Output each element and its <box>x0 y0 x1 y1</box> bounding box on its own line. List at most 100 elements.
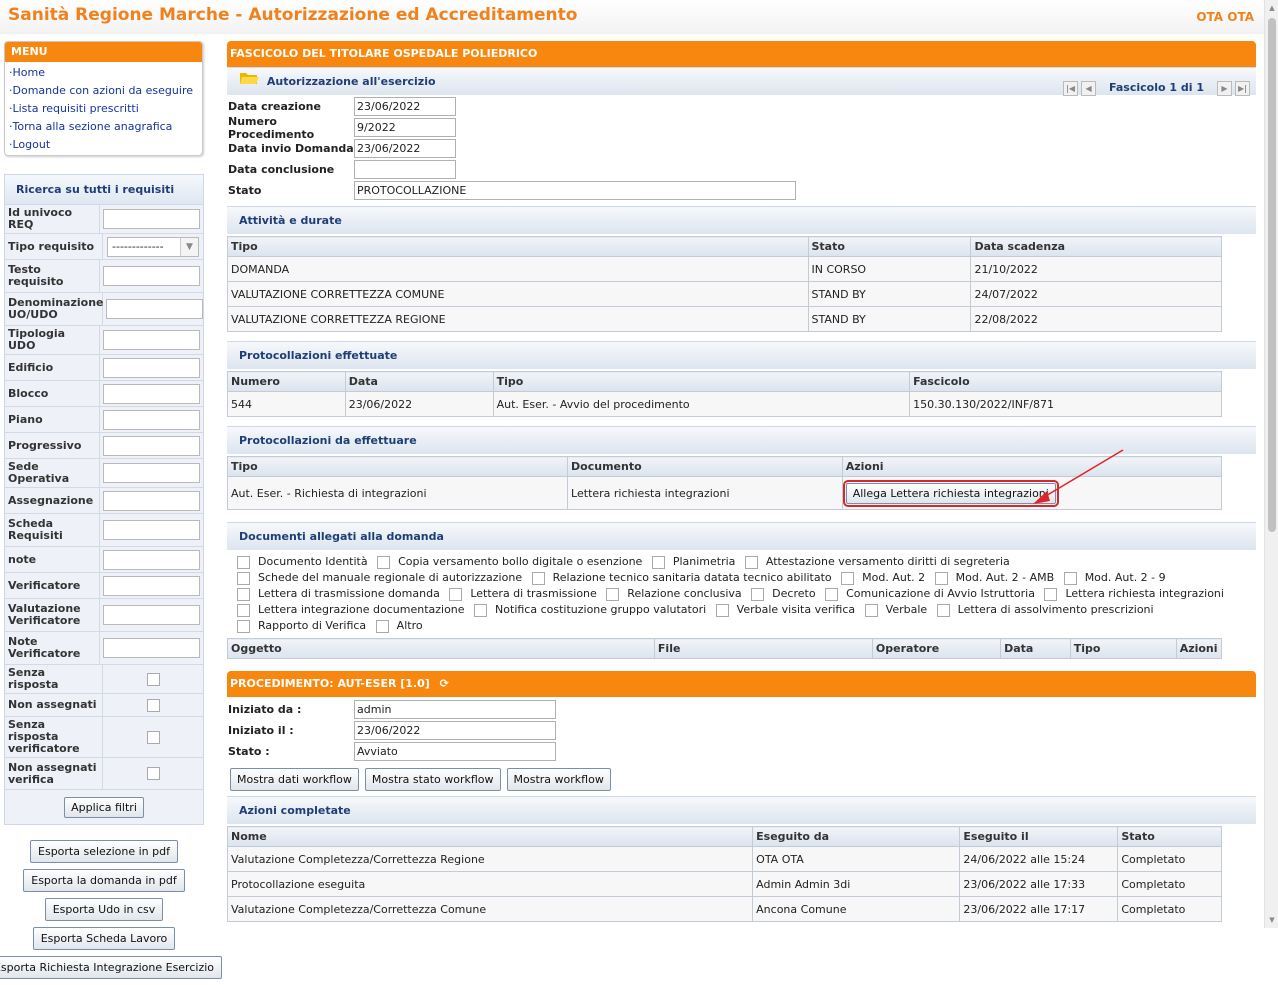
menu-item[interactable]: Home <box>9 64 198 82</box>
column-header[interactable]: Documento <box>567 456 843 477</box>
field-value[interactable]: Avviato <box>354 742 556 761</box>
scroll-up-icon[interactable]: ▲ <box>1268 4 1276 12</box>
filter-checkbox[interactable] <box>146 672 160 686</box>
filter-input[interactable] <box>103 490 200 511</box>
field-value[interactable]: 23/06/2022 <box>354 139 456 158</box>
column-header[interactable]: Fascicolo <box>909 371 1222 392</box>
column-header[interactable]: Tipo <box>1069 638 1177 659</box>
filter-input[interactable] <box>103 575 200 596</box>
document-type-checkbox[interactable] <box>375 619 389 633</box>
field-value[interactable]: 23/06/2022 <box>354 97 456 116</box>
document-type-checkbox[interactable] <box>825 587 839 601</box>
document-type-checkbox[interactable] <box>237 619 250 633</box>
filter-value-cell <box>100 636 203 660</box>
workflow-button[interactable]: Mostra dati workflow <box>230 768 359 791</box>
document-type-checkbox[interactable] <box>751 587 765 601</box>
document-type-checkbox[interactable] <box>936 603 950 617</box>
document-type-checkbox[interactable] <box>864 603 878 617</box>
column-header[interactable]: Nome <box>226 826 754 847</box>
scrollbar-thumb[interactable] <box>1268 18 1276 532</box>
document-type-checkbox[interactable] <box>1044 587 1058 601</box>
export-button[interactable]: Esporta selezione in pdf <box>30 840 178 863</box>
document-type-checkbox[interactable] <box>651 555 665 569</box>
document-type-checkbox[interactable] <box>934 571 948 585</box>
filter-input[interactable] <box>103 357 200 378</box>
document-type-option: Mod. Aut. 2 - AMB <box>931 571 1054 585</box>
column-header[interactable]: File <box>653 638 873 659</box>
scroll-down-icon[interactable]: ▼ <box>1268 916 1276 924</box>
document-type-checkbox[interactable] <box>715 603 729 617</box>
document-type-checkbox[interactable] <box>449 587 463 601</box>
filter-checkbox[interactable] <box>146 767 160 780</box>
column-header[interactable]: Eseguito da <box>752 826 961 847</box>
field-label: Numero Procedimento <box>228 114 315 141</box>
filter-input[interactable] <box>103 638 200 658</box>
column-header[interactable]: Data <box>1000 638 1071 659</box>
filter-input[interactable] <box>103 209 200 229</box>
column-header[interactable]: Tipo <box>227 236 809 257</box>
menu-item[interactable]: Domande con azioni da eseguire <box>9 82 198 100</box>
column-header[interactable]: Numero <box>227 371 346 392</box>
filter-input[interactable] <box>103 549 200 570</box>
column-header[interactable]: Oggetto <box>227 638 655 659</box>
menu-item[interactable]: Lista requisiti prescritti <box>9 100 198 118</box>
workflow-button[interactable]: Mostra stato workflow <box>364 768 501 791</box>
export-button[interactable]: Esporta Scheda Lavoro <box>32 927 176 950</box>
field-value[interactable]: PROTOCOLLAZIONE <box>354 181 796 200</box>
filter-checkbox[interactable] <box>146 730 160 744</box>
field-value[interactable] <box>354 160 456 179</box>
prev-page-icon[interactable]: ◀ <box>1081 80 1097 96</box>
column-header[interactable]: Stato <box>1117 826 1222 847</box>
document-type-checkbox[interactable] <box>237 603 250 617</box>
document-type-checkbox[interactable] <box>606 587 620 601</box>
document-type-checkbox[interactable] <box>377 555 391 569</box>
document-type-checkbox[interactable] <box>841 571 855 585</box>
column-header[interactable]: Data <box>344 371 494 392</box>
refresh-icon[interactable]: ⟳ <box>440 677 449 690</box>
column-header[interactable]: Tipo <box>226 456 569 477</box>
filter-input[interactable] <box>103 330 200 350</box>
document-type-checkbox[interactable] <box>237 571 250 585</box>
apply-filters-button[interactable]: Applica filtri <box>64 796 144 818</box>
filter-input[interactable] <box>103 435 200 456</box>
document-type-checkbox[interactable] <box>744 555 758 569</box>
filter-input[interactable] <box>103 266 200 286</box>
filter-input[interactable] <box>103 605 200 625</box>
export-button[interactable]: Esporta Richiesta Integrazione Esercizio <box>0 956 223 979</box>
field-value[interactable]: admin <box>354 700 556 719</box>
chevron-down-icon[interactable]: ▼ <box>180 237 198 256</box>
field-value[interactable]: 9/2022 <box>354 118 456 137</box>
filter-input[interactable] <box>103 409 200 430</box>
document-type-option: Decreto <box>747 587 816 601</box>
column-header[interactable]: Azioni <box>1175 638 1223 659</box>
column-header[interactable]: Eseguito il <box>959 826 1119 847</box>
first-page-icon[interactable]: |◀ <box>1063 80 1079 96</box>
filter-input[interactable] <box>103 383 200 404</box>
workflow-button[interactable]: Mostra workflow <box>506 768 611 791</box>
tipo-requisito-select[interactable]: ------------- ▼ <box>107 236 199 257</box>
menu-item[interactable]: Logout <box>9 136 198 154</box>
current-user[interactable]: OTA OTA <box>1196 10 1254 24</box>
filter-input[interactable] <box>103 463 200 483</box>
filter-input[interactable] <box>103 520 200 540</box>
column-header[interactable]: Data scadenza <box>970 236 1222 257</box>
column-header[interactable]: Stato <box>807 236 972 257</box>
document-type-checkbox[interactable] <box>531 571 545 585</box>
next-page-icon[interactable]: ▶ <box>1217 80 1232 96</box>
vertical-scrollbar[interactable]: ▲ ▼ <box>1264 0 1278 928</box>
document-type-checkbox[interactable] <box>474 603 488 617</box>
export-button[interactable]: Esporta Udo in csv <box>44 898 164 921</box>
document-type-option: Lettera integrazione documentazione <box>233 603 465 617</box>
last-page-icon[interactable]: ▶| <box>1235 80 1250 96</box>
document-type-checkbox[interactable] <box>237 555 250 569</box>
menu-item[interactable]: Torna alla sezione anagrafica <box>9 118 198 136</box>
filter-row: Edificio <box>5 355 203 381</box>
filter-checkbox[interactable] <box>146 698 160 712</box>
filter-input[interactable] <box>106 299 203 319</box>
document-type-checkbox[interactable] <box>1063 571 1077 585</box>
export-button[interactable]: Esporta la domanda in pdf <box>23 869 185 892</box>
document-type-checkbox[interactable] <box>237 587 250 601</box>
field-value[interactable]: 23/06/2022 <box>354 721 556 740</box>
column-header[interactable]: Operatore <box>871 638 1002 659</box>
column-header[interactable]: Tipo <box>492 371 911 392</box>
